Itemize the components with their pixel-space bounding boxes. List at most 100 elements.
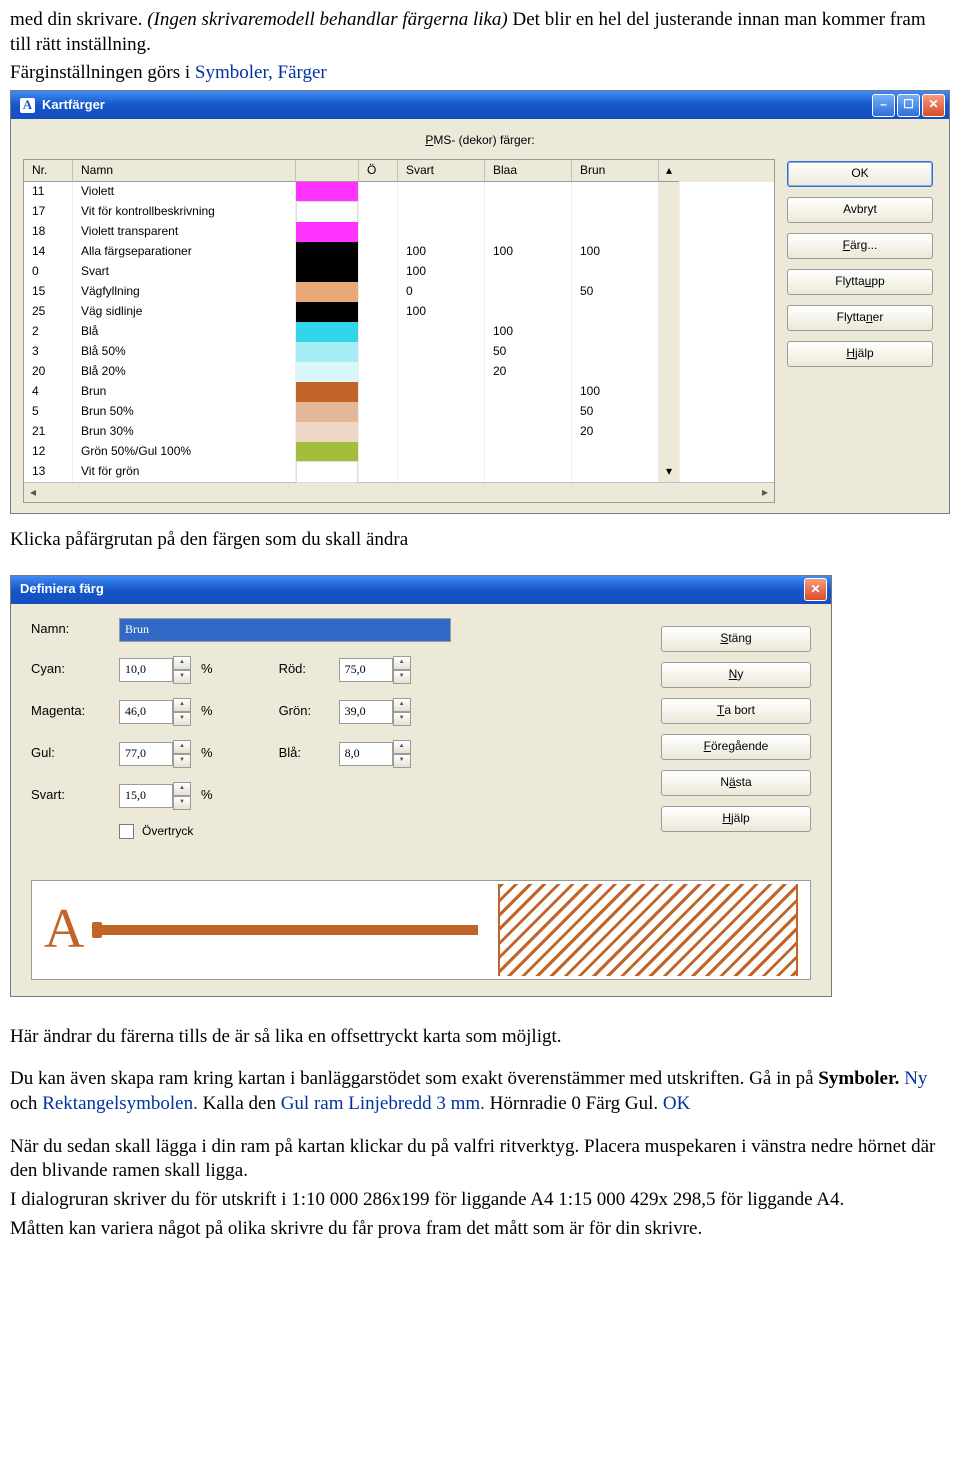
scroll-track[interactable]: [659, 322, 680, 342]
scroll-track[interactable]: [659, 222, 680, 242]
spin-up-icon[interactable]: ▲: [173, 656, 191, 670]
scroll-track[interactable]: [659, 202, 680, 222]
spin-down-icon[interactable]: ▼: [393, 712, 411, 726]
cell-swatch[interactable]: [296, 262, 359, 282]
minimize-button[interactable]: –: [872, 94, 895, 117]
cell-swatch[interactable]: [296, 422, 359, 442]
ok-button[interactable]: OK: [787, 161, 933, 187]
table-row[interactable]: 20Blå 20%20: [24, 362, 774, 382]
scroll-track[interactable]: [659, 342, 680, 362]
table-row[interactable]: 21Brun 30%20: [24, 422, 774, 442]
definiera-farg-titlebar[interactable]: Definiera färg ✕: [11, 576, 831, 604]
scroll-track[interactable]: [659, 242, 680, 262]
kartfarger-titlebar[interactable]: A Kartfärger – ☐ ✕: [11, 91, 949, 119]
table-h-scrollbar[interactable]: ◂ ▸: [24, 482, 774, 502]
cell-swatch[interactable]: [296, 402, 359, 422]
spin-up-icon[interactable]: ▲: [173, 698, 191, 712]
col-o[interactable]: Ö: [359, 160, 398, 183]
scroll-track[interactable]: [659, 262, 680, 282]
scroll-left-icon[interactable]: ◂: [24, 483, 42, 502]
table-row[interactable]: 15Vägfyllning050: [24, 282, 774, 302]
spin-up-icon[interactable]: ▲: [393, 698, 411, 712]
table-row[interactable]: 4Brun100: [24, 382, 774, 402]
col-color[interactable]: [296, 160, 359, 183]
cell-swatch[interactable]: [296, 342, 359, 362]
scroll-track[interactable]: ▾: [659, 462, 680, 482]
cell-swatch[interactable]: [296, 182, 359, 202]
cyan-input[interactable]: ▲▼: [119, 656, 191, 684]
col-nr[interactable]: Nr.: [24, 160, 73, 183]
scroll-track[interactable]: [659, 402, 680, 422]
svart-input[interactable]: ▲▼: [119, 782, 191, 810]
cell-swatch[interactable]: [296, 442, 359, 462]
cell-svart: 100: [398, 302, 485, 322]
spin-down-icon[interactable]: ▼: [173, 754, 191, 768]
ny-button[interactable]: Ny: [661, 662, 811, 688]
table-row[interactable]: 17Vit för kontrollbeskrivning: [24, 202, 774, 222]
table-row[interactable]: 18Violett transparent: [24, 222, 774, 242]
rod-input[interactable]: ▲▼: [339, 656, 411, 684]
namn-input[interactable]: [119, 618, 451, 642]
table-row[interactable]: 13Vit för grön▾: [24, 462, 774, 482]
tabort-button[interactable]: Ta bort: [661, 698, 811, 724]
scroll-track[interactable]: [659, 362, 680, 382]
color-button[interactable]: Färg...: [787, 233, 933, 259]
spin-down-icon[interactable]: ▼: [173, 712, 191, 726]
cell-swatch[interactable]: [296, 362, 359, 382]
spin-up-icon[interactable]: ▲: [173, 782, 191, 796]
help-button[interactable]: Hjälp: [787, 341, 933, 367]
table-row[interactable]: 2Blå100: [24, 322, 774, 342]
close-button[interactable]: ✕: [922, 94, 945, 117]
table-row[interactable]: 14Alla färgseparationer100100100: [24, 242, 774, 262]
stang-button[interactable]: Stäng: [661, 626, 811, 652]
col-brun[interactable]: Brun: [572, 160, 659, 183]
cell-swatch[interactable]: [296, 242, 359, 262]
scroll-track[interactable]: [659, 382, 680, 402]
gron-input[interactable]: ▲▼: [339, 698, 411, 726]
nasta-button[interactable]: Nästa: [661, 770, 811, 796]
cell-swatch[interactable]: [296, 322, 359, 342]
cell-nr: 14: [24, 242, 73, 262]
scroll-track[interactable]: [659, 282, 680, 302]
cell-swatch[interactable]: [296, 282, 359, 302]
gul-input[interactable]: ▲▼: [119, 740, 191, 768]
scroll-track[interactable]: [659, 302, 680, 322]
cancel-button[interactable]: Avbryt: [787, 197, 933, 223]
spin-down-icon[interactable]: ▼: [173, 796, 191, 810]
move-up-button[interactable]: Flytta upp: [787, 269, 933, 295]
spin-up-icon[interactable]: ▲: [393, 740, 411, 754]
cell-swatch[interactable]: [296, 302, 359, 322]
scroll-track[interactable]: [659, 422, 680, 442]
spin-down-icon[interactable]: ▼: [173, 670, 191, 684]
table-row[interactable]: 11Violett: [24, 182, 774, 202]
table-row[interactable]: 3Blå 50%50: [24, 342, 774, 362]
hjalp-button[interactable]: Hjälp: [661, 806, 811, 832]
app-icon: A: [20, 98, 35, 113]
table-row[interactable]: 0Svart100: [24, 262, 774, 282]
table-row[interactable]: 25Väg sidlinje100: [24, 302, 774, 322]
maximize-button[interactable]: ☐: [897, 94, 920, 117]
close-button[interactable]: ✕: [804, 578, 827, 601]
cell-svart: 100: [398, 262, 485, 282]
spin-down-icon[interactable]: ▼: [393, 754, 411, 768]
col-svart[interactable]: Svart: [398, 160, 485, 183]
cell-swatch[interactable]: [296, 382, 359, 402]
table-row[interactable]: 12Grön 50%/Gul 100%: [24, 442, 774, 462]
spin-down-icon[interactable]: ▼: [393, 670, 411, 684]
scroll-right-icon[interactable]: ▸: [756, 483, 774, 502]
bla-input[interactable]: ▲▼: [339, 740, 411, 768]
spin-up-icon[interactable]: ▲: [393, 656, 411, 670]
magenta-input[interactable]: ▲▼: [119, 698, 191, 726]
spin-up-icon[interactable]: ▲: [173, 740, 191, 754]
cell-swatch[interactable]: [296, 462, 359, 482]
cell-swatch[interactable]: [296, 202, 359, 222]
col-blaa[interactable]: Blaa: [485, 160, 572, 183]
move-down-button[interactable]: Flytta ner: [787, 305, 933, 331]
scroll-track[interactable]: [659, 182, 680, 202]
cell-swatch[interactable]: [296, 222, 359, 242]
col-namn[interactable]: Namn: [73, 160, 296, 183]
scroll-up-icon[interactable]: ▴: [659, 160, 679, 183]
scroll-track[interactable]: [659, 442, 680, 462]
foregaende-button[interactable]: Föregående: [661, 734, 811, 760]
table-row[interactable]: 5Brun 50%50: [24, 402, 774, 422]
